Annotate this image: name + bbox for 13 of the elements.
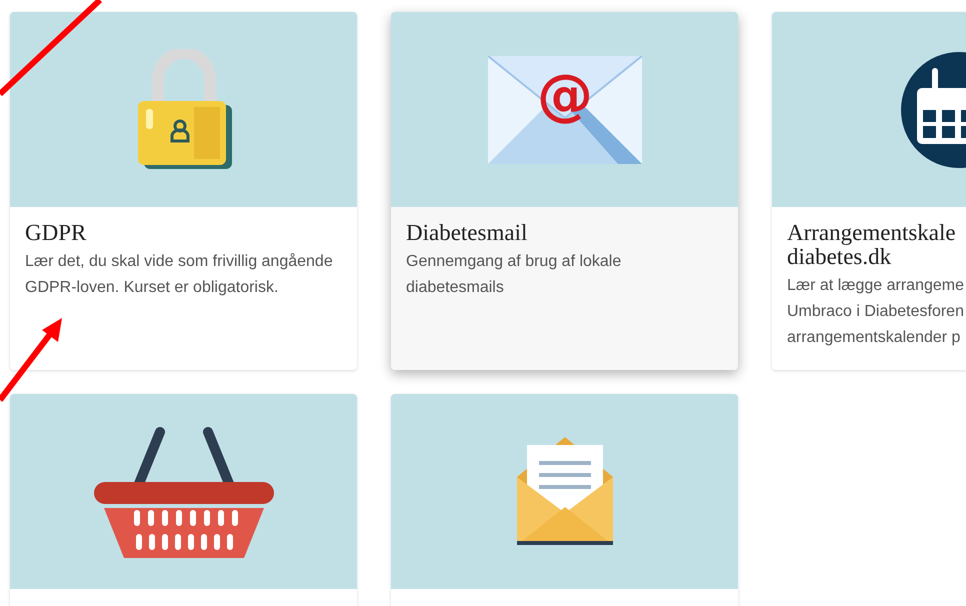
card-description: Gennemgang af brug af lokale diabetesmails [406,252,622,298]
padlock-icon [136,48,232,170]
basket-icon [94,426,274,558]
open-envelope-icon [516,436,612,546]
envelope-icon: @ [488,56,642,164]
card-title: Diabetesmail [406,221,528,245]
course-card[interactable]: @ Diabetesmail Gennemgang af brug af lokale diabetesmails [391,12,738,370]
card-title: GDPR [25,221,88,245]
card-title: Arrangementskale diabetes.dk [787,221,956,269]
card-description: Lær at lægge arrangeme Umbraco i Diabetesforen arrangementskalender p [787,276,964,348]
card-description: Lær det, du skal vide som frivillig angående GDPR-loven. Kurset er obligatorisk. [25,252,334,298]
course-card[interactable]: GDPR Lær det, du skal vide som frivillig angående GDPR-loven. Kurset er obligatorisk. [10,12,357,370]
course-card[interactable]: Arrangementskale diabetes.dk Lær at lægge arrangeme Umbraco i Diabetesforen arrangementskalender p [772,12,966,370]
